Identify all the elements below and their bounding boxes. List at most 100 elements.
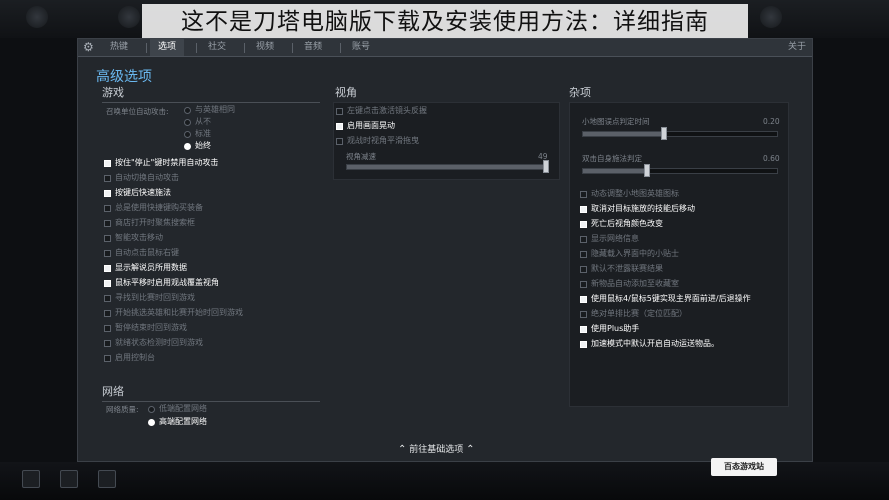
checkbox[interactable]: [104, 279, 111, 287]
game-option-checkbox[interactable]: 暂停结束时回到游戏: [104, 321, 187, 335]
chevron-up-icon: ⌃: [466, 444, 475, 455]
misc-option-checkbox[interactable]: 隐藏载入界面中的小贴士: [580, 247, 679, 261]
checkbox[interactable]: [580, 205, 587, 213]
option-label: 自动切换自动攻击: [115, 173, 179, 182]
tab-divider: [146, 43, 147, 53]
option-label: 动态调整小地图英雄图标: [591, 189, 679, 198]
game-option-checkbox[interactable]: 鼠标平移时启用观战覆盖视角: [104, 276, 219, 290]
misc-slider[interactable]: [582, 168, 778, 174]
tab-options[interactable]: 选项: [150, 39, 185, 56]
slider-handle[interactable]: [543, 160, 549, 173]
game-option-checkbox[interactable]: 启用控制台: [104, 351, 155, 365]
game-option-checkbox[interactable]: 显示解说员所用数据: [104, 261, 187, 275]
checkbox[interactable]: [336, 107, 343, 115]
tab-audio[interactable]: 音频: [296, 39, 330, 56]
tab-account[interactable]: 账号: [344, 39, 378, 56]
camera-option-checkbox[interactable]: 启用画面晃动: [336, 119, 395, 133]
misc-slider[interactable]: [582, 131, 778, 137]
bottom-bar-icon: [98, 470, 116, 488]
game-option-checkbox[interactable]: 商店打开时聚焦搜索框: [104, 216, 195, 230]
misc-option-checkbox[interactable]: 新物品自动添加至收藏室: [580, 277, 679, 291]
game-option-checkbox[interactable]: 开始挑选英雄和比赛开始时回到游戏: [104, 306, 243, 320]
checkbox[interactable]: [104, 219, 111, 227]
misc-option-checkbox[interactable]: 死亡后视角颜色改变: [580, 217, 663, 231]
checkbox[interactable]: [580, 220, 587, 228]
game-option-checkbox[interactable]: 按键后快速施法: [104, 186, 171, 200]
game-option-checkbox[interactable]: 智能攻击移动: [104, 231, 163, 245]
misc-option-checkbox[interactable]: 使用鼠标4/鼠标5键实现主界面前进/后退操作: [580, 292, 751, 306]
option-label: 显示网络信息: [591, 234, 639, 243]
checkbox[interactable]: [580, 310, 587, 318]
checkbox[interactable]: [104, 294, 111, 302]
misc-option-checkbox[interactable]: 绝对单排比赛（定位匹配）: [580, 307, 687, 321]
network-radio-option[interactable]: 低端配置网络: [148, 402, 207, 416]
checkbox[interactable]: [104, 339, 111, 347]
game-option-checkbox[interactable]: 自动点击鼠标右键: [104, 246, 179, 260]
checkbox[interactable]: [580, 280, 587, 288]
summon-radio-option[interactable]: 始终: [184, 139, 211, 153]
radio-button[interactable]: [184, 106, 191, 114]
game-option-checkbox[interactable]: 自动切换自动攻击: [104, 171, 179, 185]
checkbox[interactable]: [104, 174, 111, 182]
radio-button[interactable]: [148, 418, 155, 426]
checkbox[interactable]: [104, 354, 111, 362]
game-option-checkbox[interactable]: 寻找到比赛时回到游戏: [104, 291, 195, 305]
section-header-camera: 视角: [335, 84, 553, 103]
tab-hotkeys[interactable]: 热键: [102, 39, 136, 56]
tab-video[interactable]: 视频: [248, 39, 282, 56]
settings-window: ⚙ 热键 选项 社交 视频 音频 账号 关于 高级选项 游戏 召唤单位自动攻击:…: [77, 38, 813, 462]
option-label: 绝对单排比赛（定位匹配）: [591, 309, 687, 318]
camera-option-checkbox[interactable]: 观战时视角平滑拖曳: [336, 134, 419, 148]
close-button[interactable]: 关于: [788, 39, 806, 56]
checkbox[interactable]: [580, 235, 587, 243]
checkbox[interactable]: [104, 159, 111, 167]
option-label: 就绪状态检测时回到游戏: [115, 338, 203, 347]
checkbox[interactable]: [336, 137, 343, 145]
checkbox[interactable]: [580, 325, 587, 333]
misc-option-checkbox[interactable]: 取消对目标施放的技能后移动: [580, 202, 695, 216]
misc-option-checkbox[interactable]: 动态调整小地图英雄图标: [580, 187, 679, 201]
camera-slider[interactable]: [346, 164, 549, 170]
checkbox[interactable]: [580, 265, 587, 273]
radio-button[interactable]: [184, 142, 191, 150]
option-label: 高端配置网络: [159, 417, 207, 426]
slider-handle[interactable]: [644, 164, 650, 177]
checkbox[interactable]: [104, 324, 111, 332]
camera-option-checkbox[interactable]: 左键点击激活镜头反握: [336, 104, 427, 118]
checkbox[interactable]: [580, 190, 587, 198]
tab-divider: [244, 43, 245, 53]
checkbox[interactable]: [580, 340, 587, 348]
option-label: 始终: [195, 141, 211, 150]
basic-options-link[interactable]: ⌃ 前往基础选项 ⌃: [398, 442, 475, 455]
checkbox[interactable]: [104, 234, 111, 242]
game-option-checkbox[interactable]: 总是使用快捷键购买装备: [104, 201, 203, 215]
checkbox[interactable]: [336, 122, 343, 130]
option-label: 使用Plus助手: [591, 324, 640, 333]
misc-option-checkbox[interactable]: 显示网络信息: [580, 232, 639, 246]
network-radio-option[interactable]: 高端配置网络: [148, 415, 207, 429]
game-option-checkbox[interactable]: 按住"停止"键时禁用自动攻击: [104, 156, 218, 170]
radio-button[interactable]: [148, 405, 155, 413]
misc-option-checkbox[interactable]: 默认不泄露联赛结果: [580, 262, 663, 276]
checkbox[interactable]: [104, 189, 111, 197]
section-header-network: 网络: [102, 383, 320, 402]
tab-social[interactable]: 社交: [200, 39, 234, 56]
bottom-bar-icon: [60, 470, 78, 488]
checkbox[interactable]: [104, 309, 111, 317]
misc-option-checkbox[interactable]: 加速模式中默认开启自动运送物品。: [580, 337, 719, 351]
radio-button[interactable]: [184, 130, 191, 138]
checkbox[interactable]: [104, 249, 111, 257]
option-label: 智能攻击移动: [115, 233, 163, 242]
network-quality-label: 网络质量:: [106, 405, 139, 414]
radio-button[interactable]: [184, 118, 191, 126]
gear-icon[interactable]: ⚙: [83, 40, 94, 55]
checkbox[interactable]: [104, 264, 111, 272]
misc-option-checkbox[interactable]: 使用Plus助手: [580, 322, 639, 336]
checkbox[interactable]: [580, 295, 587, 303]
game-option-checkbox[interactable]: 就绪状态检测时回到游戏: [104, 336, 203, 350]
option-label: 隐藏载入界面中的小贴士: [591, 249, 679, 258]
option-label: 低端配置网络: [159, 404, 207, 413]
slider-handle[interactable]: [661, 127, 667, 140]
checkbox[interactable]: [104, 204, 111, 212]
checkbox[interactable]: [580, 250, 587, 258]
